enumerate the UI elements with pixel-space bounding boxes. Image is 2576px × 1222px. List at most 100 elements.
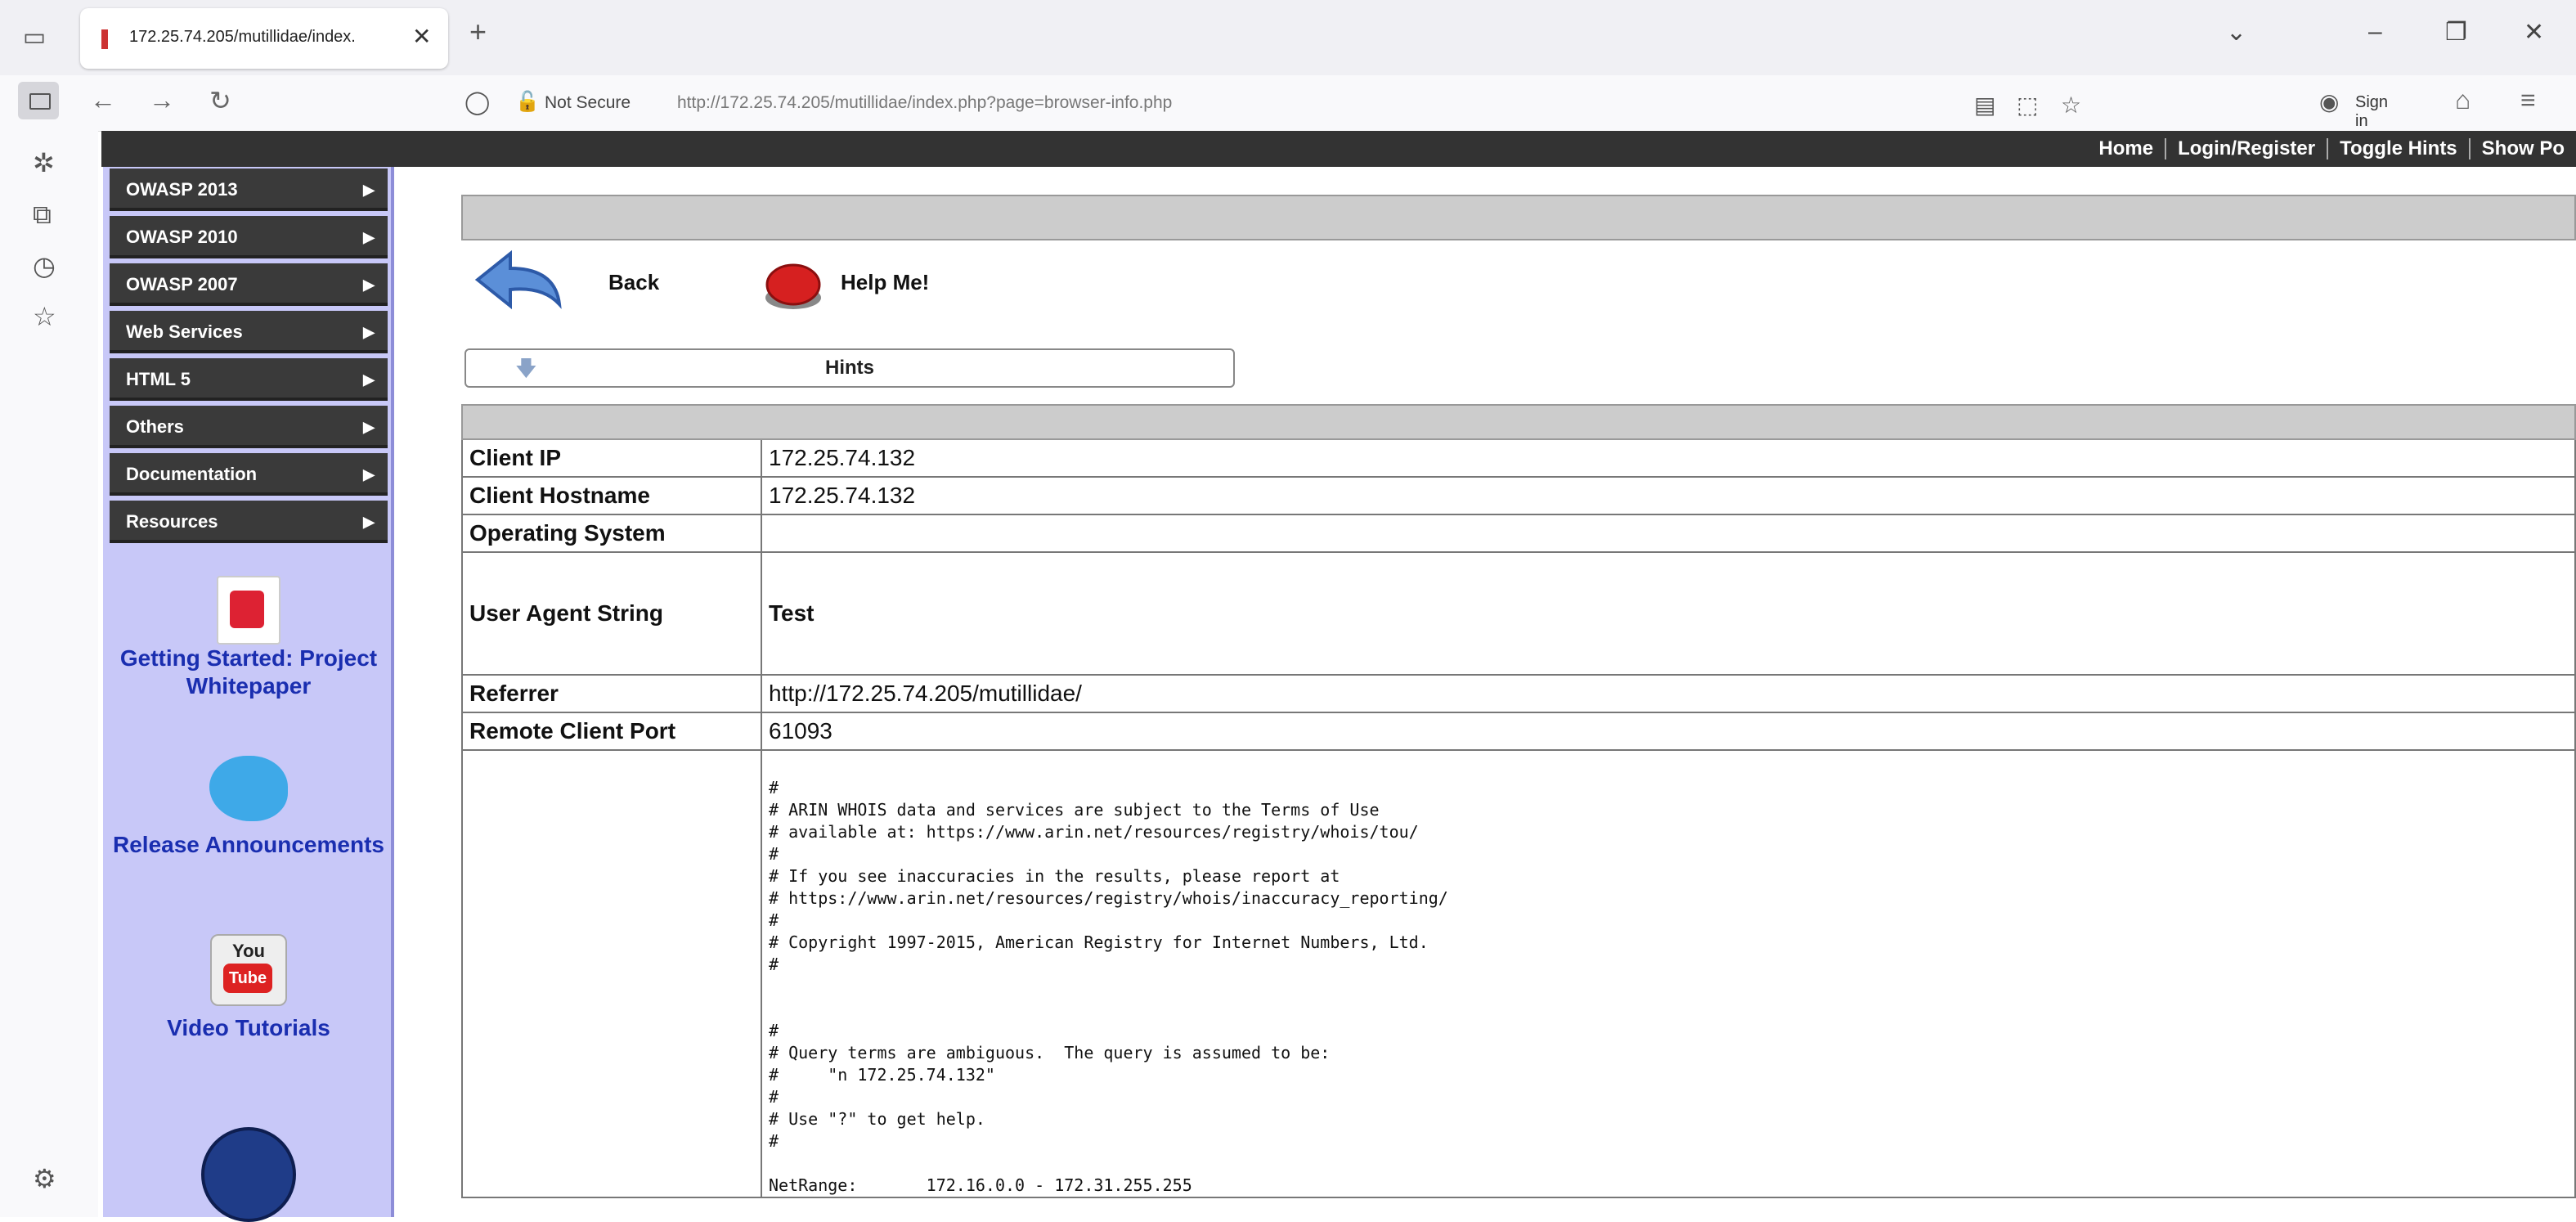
menu-item-owasp-2010[interactable]: OWASP 2010 ▶	[110, 216, 388, 258]
whitepaper-link[interactable]: Getting Started: Project Whitepaper	[110, 576, 388, 700]
close-window-icon[interactable]: ✕	[2524, 18, 2544, 47]
youtube-you-text: You	[232, 941, 265, 961]
youtube-icon: You Tube	[210, 934, 287, 1006]
menu-item-owasp-2013[interactable]: OWASP 2013 ▶	[110, 168, 388, 211]
row-key: Remote Client Port	[461, 712, 762, 751]
table-row: Remote Client Port 61093	[461, 712, 2576, 751]
tab-title: 172.25.74.205/mutillidae/index.	[129, 28, 356, 46]
video-label[interactable]: Video Tutorials	[110, 1014, 388, 1042]
menu-arrow-icon: ▶	[363, 229, 375, 245]
ai-chatbot-icon[interactable]: ✲	[33, 147, 55, 178]
back-label: Back	[608, 270, 660, 294]
menu-item-label: Others	[126, 416, 184, 437]
help-button-icon	[765, 263, 821, 309]
bookmark-star-icon[interactable]: ☆	[2061, 92, 2081, 119]
menu-arrow-icon: ▶	[363, 276, 375, 293]
hints-toggle[interactable]: 🡇 Hints	[464, 348, 1235, 388]
release-label[interactable]: Release Announcements	[110, 831, 388, 859]
user-agent-value: Test	[761, 551, 2576, 676]
youtube-tube-text: Tube	[223, 964, 272, 993]
row-key: Referrer	[461, 674, 762, 713]
menu-item-label: OWASP 2013	[126, 179, 238, 200]
row-key: Client IP	[461, 438, 762, 478]
not-secure-lock-icon[interactable]: 🔓	[515, 90, 540, 114]
table-row: Client Hostname 172.25.74.132	[461, 476, 2576, 515]
toggle-hints-link[interactable]: Toggle Hints	[2327, 138, 2469, 159]
row-key: Client Hostname	[461, 476, 762, 515]
sign-in-label: Sign in	[2355, 93, 2389, 130]
bookmarks-icon[interactable]: ☆	[33, 301, 56, 332]
minimize-icon[interactable]: –	[2368, 18, 2382, 46]
synced-tabs-icon[interactable]: ⧉	[33, 200, 52, 231]
address-bar[interactable]: ◯ 🔓 Not Secure http://172.25.74.205/muti…	[455, 80, 2081, 126]
reload-icon[interactable]: ↻	[209, 85, 231, 116]
tracking-shield-icon[interactable]: ◯	[464, 88, 490, 115]
help-label: Help Me!	[841, 270, 930, 294]
owasp-logo-icon	[201, 1127, 296, 1222]
new-tab-button[interactable]: +	[469, 15, 487, 49]
owasp-logo-link[interactable]	[110, 1127, 388, 1222]
menu-arrow-icon: ▶	[363, 419, 375, 435]
hints-label: Hints	[825, 357, 874, 379]
browser-nav-bar: ← → ↻ ◯ 🔓 Not Secure http://172.25.74.20…	[0, 75, 2576, 132]
menu-item-owasp-2007[interactable]: OWASP 2007 ▶	[110, 263, 388, 306]
row-key: User Agent String	[461, 551, 762, 676]
row-value: http://172.25.74.205/mutillidae/	[761, 674, 2576, 713]
menu-item-label: HTML 5	[126, 369, 191, 389]
menu-hamburger-icon[interactable]: ≡	[2520, 85, 2536, 115]
menu-arrow-icon: ▶	[363, 514, 375, 530]
menu-item-label: Resources	[126, 511, 218, 532]
customize-sidebar-icon[interactable]: ⚙	[33, 1163, 56, 1194]
back-button[interactable]: Back	[469, 242, 660, 324]
account-icon: ◉	[2319, 89, 2340, 115]
menu-arrow-icon: ▶	[363, 182, 375, 198]
video-tutorials-link[interactable]: You Tube Video Tutorials	[110, 934, 388, 1042]
extensions-icon[interactable]: ⌂	[2455, 85, 2471, 115]
save-to-pocket-icon[interactable]: ⬚	[2017, 92, 2038, 119]
page-top-bar: Home Login/Register Toggle Hints Show Po	[101, 131, 2576, 167]
menu-item-html5[interactable]: HTML 5 ▶	[110, 358, 388, 401]
sidebar-toggle-icon[interactable]	[18, 82, 59, 119]
table-header-cell	[461, 404, 2576, 440]
menu-item-label: OWASP 2010	[126, 227, 238, 247]
whitepaper-label[interactable]: Getting Started: Project Whitepaper	[110, 645, 388, 700]
show-popups-link[interactable]: Show Po	[2468, 138, 2576, 159]
help-me-button[interactable]: Help Me!	[761, 249, 973, 322]
menu-arrow-icon: ▶	[363, 466, 375, 483]
tab-close-icon[interactable]: ✕	[412, 23, 431, 50]
url-text[interactable]: http://172.25.74.205/mutillidae/index.ph…	[677, 93, 1172, 113]
row-key: Operating System	[461, 514, 762, 553]
row-value: 172.25.74.132	[761, 438, 2576, 478]
tab-list-chevron-icon[interactable]: ⌄	[2226, 18, 2246, 47]
menu-arrow-icon: ▶	[363, 324, 375, 340]
table-row: Operating System	[461, 514, 2576, 553]
browser-sidebar: ✲ ⧉ ◷ ☆ ⚙	[0, 131, 98, 1217]
not-secure-label[interactable]: Not Secure	[545, 93, 631, 113]
back-arrow-big-icon	[474, 249, 562, 310]
menu-item-resources[interactable]: Resources ▶	[110, 501, 388, 543]
home-link[interactable]: Home	[2087, 138, 2165, 159]
menu-item-web-services[interactable]: Web Services ▶	[110, 311, 388, 353]
twitter-bird-icon	[209, 756, 288, 821]
browser-info-table: Client IP 172.25.74.132 Client Hostname …	[461, 404, 2576, 1198]
active-tab[interactable]: 172.25.74.205/mutillidae/index. ✕	[80, 8, 448, 69]
table-row: # # ARIN WHOIS data and services are sub…	[461, 749, 2576, 1198]
reader-view-icon[interactable]: ▤	[1974, 92, 1995, 119]
row-value: 172.25.74.132	[761, 476, 2576, 515]
menu-item-others[interactable]: Others ▶	[110, 406, 388, 448]
favicon-icon	[101, 29, 108, 49]
login-register-link[interactable]: Login/Register	[2165, 138, 2327, 159]
forward-arrow-icon[interactable]: →	[149, 85, 175, 115]
top-nav-links: Home Login/Register Toggle Hints Show Po	[2087, 131, 2576, 167]
menu-item-documentation[interactable]: Documentation ▶	[110, 453, 388, 496]
menu-item-label: Documentation	[126, 464, 258, 484]
table-row: Referrer http://172.25.74.205/mutillidae…	[461, 674, 2576, 713]
history-icon[interactable]: ◷	[33, 250, 56, 281]
back-arrow-icon[interactable]: ←	[90, 85, 116, 115]
release-announcements-link[interactable]: Release Announcements	[110, 756, 388, 859]
whois-cell: # # ARIN WHOIS data and services are sub…	[761, 749, 2576, 1198]
restore-icon[interactable]: ❐	[2445, 18, 2467, 47]
menu-arrow-icon: ▶	[363, 371, 375, 388]
pdf-icon	[217, 576, 280, 645]
tab-overview-icon[interactable]: ▭	[16, 20, 52, 56]
